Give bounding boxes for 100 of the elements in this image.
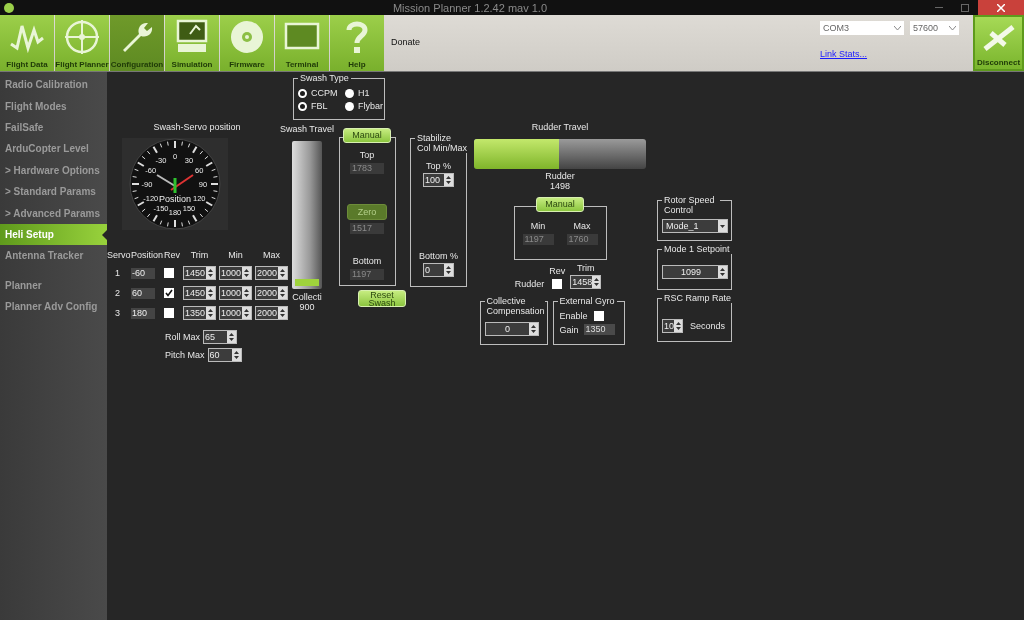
toolbar-button[interactable]: Help [330,15,384,71]
spin-arrows-icon[interactable] [244,268,249,278]
spin-arrows-icon[interactable] [244,288,249,298]
mode-select[interactable]: Mode_1 [662,219,728,233]
radio-label: H1 [358,88,371,98]
close-button[interactable] [978,0,1024,15]
spin-arrows-icon[interactable] [446,175,451,185]
zero-value-field: 1517 [350,223,384,234]
checkbox[interactable] [593,311,604,321]
donate-link[interactable]: Donate [391,37,421,47]
servo-number: 3 [114,308,121,318]
gain-field[interactable]: 1350 [583,324,615,335]
toolbar-button[interactable]: Firmware [220,15,274,71]
radio-label: Flybar [358,101,384,111]
radio-label: FBL [311,101,329,111]
group-title: Collective Compensation [484,296,545,316]
sidebar-item[interactable]: FailSafe [0,116,107,139]
top-value-field: 1783 [350,163,384,174]
toolbar-button[interactable]: Simulation [165,15,219,71]
trim-field[interactable]: 1350 [183,306,216,320]
min-field[interactable]: 1000 [219,286,252,300]
field-label: Rev [549,266,566,276]
chevron-down-icon [894,26,901,30]
disconnect-button[interactable]: Disconnect [973,15,1024,71]
group-title: External Gyro [557,296,617,306]
port-select[interactable]: COM3 [820,21,904,35]
sidebar-item[interactable]: Planner Adv Config [0,295,107,318]
spin-arrows-icon[interactable] [446,265,451,275]
spin-arrows-icon[interactable] [280,288,285,298]
bar-caption: Rudder [545,171,575,181]
radio-button[interactable] [298,88,307,98]
link-stats-link[interactable]: Link Stats... [820,49,959,59]
bar-caption: Collecti [292,292,322,302]
group-title: Stabilize Col Min/Max [415,133,469,153]
bottom-percent-field[interactable]: 0 [423,263,454,277]
maximize-icon [961,3,969,12]
sidebar-item[interactable]: > Hardware Options [0,159,107,181]
min-value-field: 1197 [522,234,554,245]
spin-arrows-icon[interactable] [229,332,234,342]
spin-arrows-icon[interactable] [675,321,681,331]
radio-button[interactable] [345,88,354,98]
checkbox[interactable] [164,308,174,318]
max-field[interactable]: 2000 [255,306,288,320]
roll-max-field[interactable]: 65 [203,330,237,344]
spin-arrows-icon[interactable] [208,268,213,278]
sidebar-item[interactable]: ArduCopter Level [0,138,107,160]
spin-arrows-icon[interactable] [208,308,213,318]
crosshair-icon [62,18,102,56]
trim-field[interactable]: 1450 [183,286,216,300]
field-label: Rudder [514,279,545,289]
setpoint-field[interactable]: 1099 [662,265,728,279]
max-field[interactable]: 2000 [255,266,288,280]
toolbar-button[interactable]: Flight Data [0,15,54,71]
unit-label: Seconds [690,321,726,331]
spin-arrows-icon[interactable] [280,308,285,318]
sidebar-item[interactable]: Flight Modes [0,95,107,117]
min-field[interactable]: 1000 [219,306,252,320]
min-field[interactable]: 1000 [219,266,252,280]
compensation-field[interactable]: 0 [484,322,539,336]
spin-arrows-icon[interactable] [208,288,213,298]
column-header: Position [131,250,161,260]
sidebar-item[interactable]: Antenna Tracker [0,245,107,267]
checkbox[interactable] [164,268,174,278]
top-percent-field[interactable]: 100 [423,173,454,187]
spin-arrows-icon[interactable] [720,267,725,277]
toolbar-button[interactable]: Terminal [275,15,329,71]
servo-number: 1 [114,268,121,278]
column-header: Min [227,250,244,260]
bottom-value-field: 1197 [350,269,384,280]
spin-arrows-icon[interactable] [233,350,239,360]
max-field[interactable]: 2000 [255,286,288,300]
field-label: Roll Max [165,332,200,342]
spin-arrows-icon[interactable] [244,308,249,318]
minimize-icon [935,6,943,9]
radio-button[interactable] [298,101,307,111]
spin-arrows-icon[interactable] [280,268,285,278]
sidebar-item[interactable]: > Advanced Params [0,202,107,224]
baud-select[interactable]: 57600 [910,21,959,35]
sidebar-item[interactable]: Radio Calibration [0,74,107,96]
group-title: RSC Ramp Rate [662,293,734,303]
bar-value: 900 [299,302,315,312]
position-field: 60 [131,287,155,299]
position-field: 180 [131,307,155,319]
spin-arrows-icon[interactable] [593,277,599,287]
app-logo-icon [4,2,14,13]
servo-number: 2 [114,288,121,298]
field-label: Enable [559,311,588,321]
sidebar-item[interactable]: > Standard Params [0,180,107,203]
radio-button[interactable] [345,101,354,111]
toolbar-button[interactable]: Flight Planner [55,15,109,71]
checkbox[interactable] [164,288,174,298]
field-label: Max [573,221,591,231]
spin-arrows-icon[interactable] [530,324,536,334]
sidebar-item[interactable]: Planner [0,274,107,296]
gauge-caption: Position [159,194,191,204]
trim-field[interactable]: 1450 [183,266,216,280]
ramp-rate-field[interactable]: 10 [662,319,683,333]
pitch-max-field[interactable]: 60 [207,348,242,362]
field-label: Min [530,221,546,231]
field-label: Trim [576,263,595,273]
